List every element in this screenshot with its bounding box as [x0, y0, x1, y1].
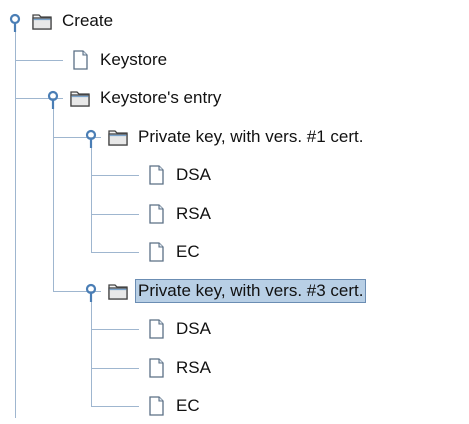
- tree-node-label: DSA: [176, 319, 211, 338]
- document-icon: [69, 49, 91, 71]
- folder-icon: [31, 10, 53, 32]
- expand-handle-icon[interactable]: [84, 283, 98, 303]
- expand-handle-icon[interactable]: [8, 13, 22, 33]
- tree-guide-line: [53, 106, 54, 291]
- tree-node-label: Keystore's entry: [100, 88, 222, 107]
- tree-view[interactable]: Create Keystore Keystore's entry Private ke…: [0, 0, 469, 418]
- tree-node-create[interactable]: Create: [31, 3, 116, 39]
- tree-node-pk-v1-dsa[interactable]: DSA: [145, 157, 214, 193]
- tree-node-pk-v3[interactable]: Private key, with vers. #3 cert.: [107, 273, 367, 309]
- tree-node-keystore[interactable]: Keystore: [69, 42, 170, 78]
- tree-connector-line: [91, 252, 139, 253]
- tree-node-label: Private key, with vers. #1 cert.: [138, 126, 364, 146]
- document-icon: [145, 318, 167, 340]
- folder-icon: [107, 126, 129, 148]
- tree-connector-line: [91, 406, 139, 407]
- document-icon: [145, 357, 167, 379]
- tree-node-keystores-entry[interactable]: Keystore's entry: [69, 80, 224, 116]
- tree-node-pk-v3-ec[interactable]: EC: [145, 388, 203, 424]
- tree-node-label: RSA: [176, 203, 211, 223]
- tree-connector-line: [91, 213, 139, 215]
- tree-node-pk-v3-rsa[interactable]: RSA: [145, 350, 214, 386]
- expand-handle-icon[interactable]: [84, 129, 98, 149]
- tree-node-pk-v1-ec[interactable]: EC: [145, 234, 203, 270]
- tree-node-pk-v3-dsa[interactable]: DSA: [145, 311, 214, 347]
- tree-node-label: EC: [176, 396, 200, 415]
- folder-icon: [69, 87, 91, 109]
- tree-node-pk-v1[interactable]: Private key, with vers. #1 cert.: [107, 119, 366, 155]
- document-icon: [145, 241, 167, 263]
- tree-node-label: EC: [176, 242, 200, 261]
- tree-connector-line: [91, 175, 139, 176]
- tree-node-label: RSA: [176, 357, 211, 377]
- tree-node-label: Create: [62, 11, 114, 30]
- tree-node-label: Private key, with vers. #3 cert.: [135, 278, 367, 303]
- tree-root-guide-line: [15, 29, 16, 418]
- tree-node-pk-v1-rsa[interactable]: RSA: [145, 196, 214, 232]
- tree-guide-line: [91, 298, 92, 406]
- tree-node-label: DSA: [176, 165, 211, 184]
- tree-node-label: Keystore: [100, 49, 168, 69]
- document-icon: [145, 164, 167, 186]
- document-icon: [145, 203, 167, 225]
- document-icon: [145, 395, 167, 417]
- tree-connector-line: [91, 367, 139, 369]
- folder-icon: [107, 280, 129, 302]
- tree-connector-line: [91, 329, 139, 330]
- tree-guide-line: [91, 144, 92, 252]
- tree-connector-line: [15, 59, 63, 61]
- expand-handle-icon[interactable]: [46, 90, 60, 110]
